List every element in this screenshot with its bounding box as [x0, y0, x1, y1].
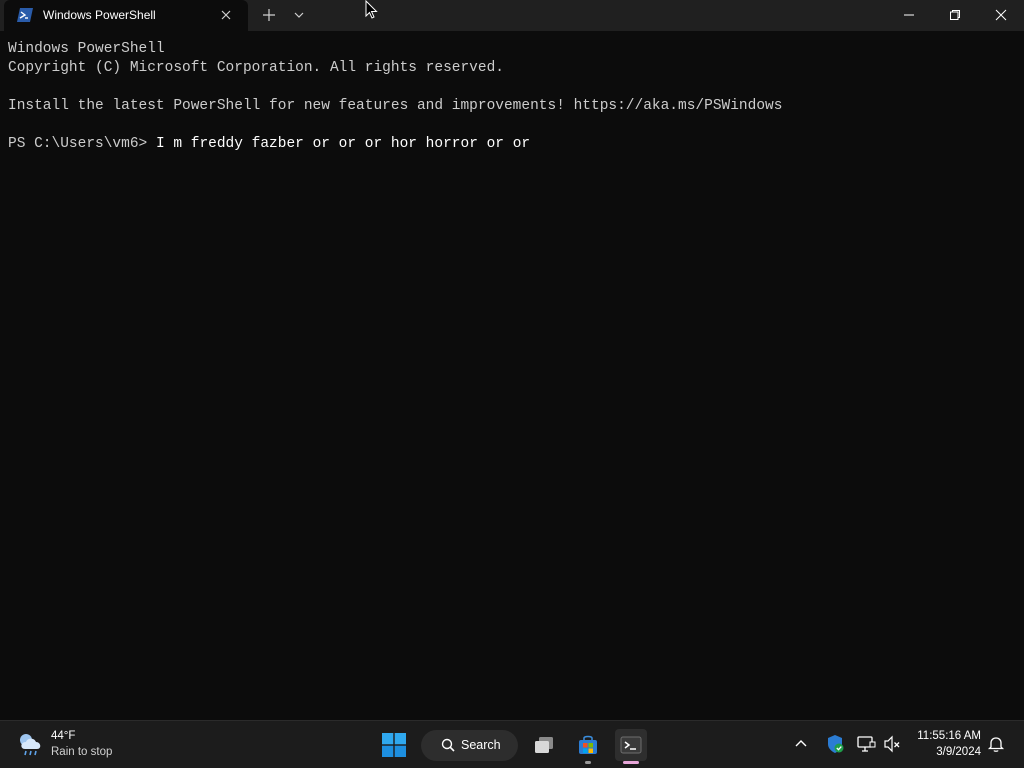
- terminal-icon: [620, 736, 642, 754]
- network-icon[interactable]: [856, 734, 876, 754]
- shield-icon[interactable]: [825, 734, 845, 754]
- close-icon: [995, 9, 1007, 21]
- terminal-prompt-line[interactable]: PS C:\Users\vm6> I m freddy fazber or or…: [8, 136, 530, 152]
- command-input[interactable]: I m freddy fazber or or or hor horror or…: [156, 136, 530, 152]
- start-button[interactable]: [378, 729, 410, 761]
- tab-title: Windows PowerShell: [43, 8, 156, 22]
- clock-time: 11:55:16 AM: [917, 730, 981, 742]
- tab-windows-powershell[interactable]: Windows PowerShell: [4, 0, 248, 31]
- weather-description: Rain to stop: [51, 746, 113, 758]
- task-view-icon: [535, 737, 553, 753]
- close-window-button[interactable]: [978, 0, 1024, 31]
- terminal-output[interactable]: Windows PowerShell Copyright (C) Microso…: [0, 31, 1024, 720]
- rain-cloud-icon: [20, 734, 41, 756]
- restore-icon: [950, 10, 960, 20]
- taskbar: 44°F Rain to stop Search 11:55:16 AM 3/9…: [0, 720, 1024, 768]
- store-icon: [579, 735, 597, 754]
- taskbar-search[interactable]: Search: [421, 730, 518, 761]
- prompt: PS C:\Users\vm6>: [8, 136, 156, 152]
- powershell-icon: [17, 8, 33, 22]
- windows-logo-icon: [382, 733, 406, 757]
- maximize-button[interactable]: [932, 0, 978, 31]
- plus-icon[interactable]: [260, 6, 278, 24]
- search-icon: [441, 738, 455, 752]
- chevron-up-icon[interactable]: [792, 735, 810, 753]
- active-indicator: [623, 761, 639, 764]
- title-bar[interactable]: Windows PowerShell: [0, 0, 1024, 31]
- minimize-button[interactable]: [886, 0, 932, 31]
- volume-muted-icon[interactable]: [882, 734, 902, 754]
- clock-date: 3/9/2024: [936, 746, 981, 758]
- bell-icon[interactable]: [987, 735, 1005, 753]
- terminal-line: Install the latest PowerShell for new fe…: [8, 98, 783, 114]
- running-indicator: [585, 761, 591, 764]
- close-icon[interactable]: [218, 7, 234, 23]
- search-label: Search: [461, 738, 501, 752]
- task-view-button[interactable]: [528, 729, 560, 761]
- chevron-down-icon[interactable]: [290, 6, 308, 24]
- minimize-icon: [904, 14, 914, 16]
- terminal-taskbar-button[interactable]: [615, 729, 647, 761]
- terminal-line: Windows PowerShell: [8, 41, 165, 57]
- weather-temperature: 44°F: [51, 730, 76, 742]
- terminal-line: Copyright (C) Microsoft Corporation. All…: [8, 60, 504, 76]
- mouse-cursor-icon: [365, 0, 378, 19]
- microsoft-store-button[interactable]: [572, 729, 604, 761]
